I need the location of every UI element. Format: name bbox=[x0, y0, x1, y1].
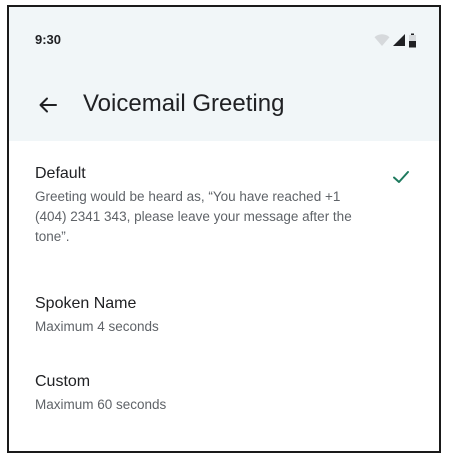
check-icon bbox=[393, 171, 409, 183]
option-description: Maximum 4 seconds bbox=[35, 319, 159, 334]
signal-icon bbox=[393, 34, 405, 46]
status-time: 9:30 bbox=[35, 32, 62, 47]
option-default[interactable]: Default Greeting would be heard as, “You… bbox=[9, 159, 439, 269]
arrow-back-icon bbox=[39, 97, 57, 113]
option-spoken-name[interactable]: Spoken Name Maximum 4 seconds bbox=[9, 289, 439, 339]
page-title: Voicemail Greeting bbox=[83, 90, 285, 117]
status-icons bbox=[374, 31, 417, 49]
wifi-icon bbox=[374, 34, 390, 46]
option-title: Default bbox=[35, 165, 86, 182]
phone-frame: 9:30 Voicemail Greeting Default Greeting… bbox=[7, 5, 441, 453]
header: 9:30 Voicemail Greeting bbox=[9, 7, 439, 141]
option-description: Maximum 60 seconds bbox=[35, 397, 167, 412]
battery-icon bbox=[409, 33, 416, 47]
status-bar: 9:30 bbox=[9, 29, 439, 53]
option-title: Spoken Name bbox=[35, 295, 137, 312]
app-bar: Voicemail Greeting bbox=[9, 85, 439, 125]
option-custom[interactable]: Custom Maximum 60 seconds bbox=[9, 367, 439, 417]
option-description: Greeting would be heard as, “You have re… bbox=[35, 189, 352, 244]
option-title: Custom bbox=[35, 373, 91, 390]
back-button[interactable] bbox=[35, 92, 61, 118]
